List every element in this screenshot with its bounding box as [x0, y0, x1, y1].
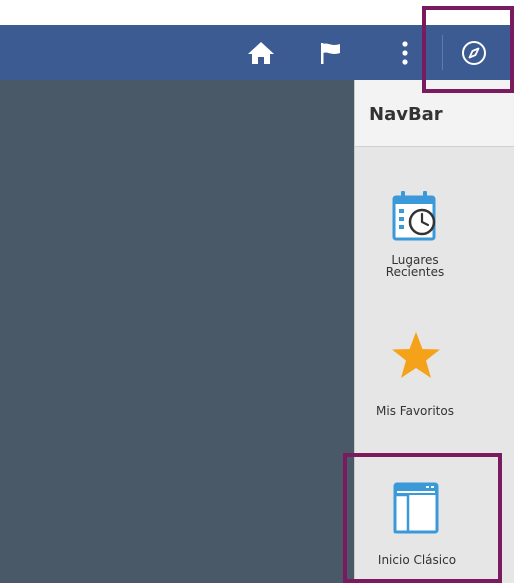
more-vertical-icon[interactable] — [393, 25, 417, 80]
highlight-box-classic-home — [343, 453, 502, 583]
highlight-box-compass — [422, 6, 514, 93]
star-icon — [390, 330, 442, 382]
tile-favorites[interactable]: Mis Favoritos — [355, 325, 514, 435]
calendar-clock-icon — [392, 187, 442, 243]
main-content-area — [0, 80, 354, 583]
flag-icon[interactable] — [314, 25, 348, 80]
tile-favorites-label: Mis Favoritos — [376, 404, 454, 418]
navbar-title: NavBar — [369, 104, 443, 125]
home-icon[interactable] — [244, 25, 278, 80]
tile-recent-places-label-line2: Recientes — [385, 265, 445, 279]
tile-recent-places[interactable]: Lugares Recientes — [355, 180, 514, 300]
